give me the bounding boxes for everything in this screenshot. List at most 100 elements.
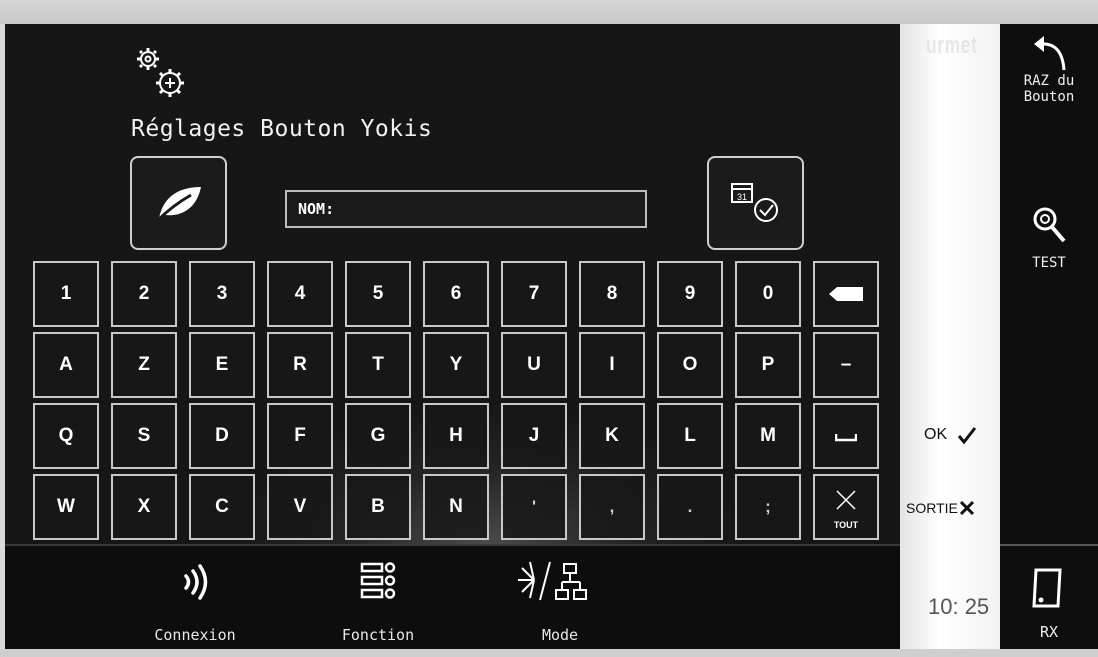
key-label: M	[760, 425, 776, 446]
key-0[interactable]: 0	[735, 261, 801, 327]
nav-connexion[interactable]: Connexion	[140, 546, 250, 651]
key-label: Z	[138, 354, 150, 375]
key-d[interactable]: D	[189, 403, 255, 469]
key-label: 6	[450, 283, 462, 304]
key-label: 8	[606, 283, 618, 304]
key-8[interactable]: 8	[579, 261, 645, 327]
key-h[interactable]: H	[423, 403, 489, 469]
key-label: 7	[528, 283, 540, 304]
key-label: J	[528, 425, 540, 446]
key-period[interactable]: .	[657, 474, 723, 540]
key-y[interactable]: Y	[423, 332, 489, 398]
key-4[interactable]: 4	[267, 261, 333, 327]
key-2[interactable]: 2	[111, 261, 177, 327]
key-label: G	[370, 425, 386, 446]
key-label: ;	[765, 497, 771, 516]
leaf-icon	[155, 187, 201, 223]
key-z[interactable]: Z	[111, 332, 177, 398]
brand-logo: urmet	[926, 32, 978, 59]
mode-network-icon	[518, 561, 587, 601]
key-label: O	[682, 354, 698, 375]
key-comma[interactable]: ,	[579, 474, 645, 540]
ok-label: OK	[924, 426, 948, 443]
nav-mode[interactable]: Mode	[505, 546, 615, 651]
test-label: TEST	[1032, 255, 1066, 271]
key-7[interactable]: 7	[501, 261, 567, 327]
key-g[interactable]: G	[345, 403, 411, 469]
key-label: 1	[60, 283, 72, 304]
key-label: 2	[138, 283, 150, 304]
key-label: 0	[762, 283, 774, 304]
name-field[interactable]: NOM:	[285, 190, 647, 228]
wireless-icon	[184, 564, 208, 600]
key-l[interactable]: L	[657, 403, 723, 469]
function-list-icon	[360, 562, 396, 599]
key-label: L	[684, 425, 696, 446]
key-k[interactable]: K	[579, 403, 645, 469]
exit-label: SORTIE	[906, 500, 958, 516]
close-icon	[836, 490, 856, 510]
close-x-icon	[959, 500, 974, 516]
key-9[interactable]: 9	[657, 261, 723, 327]
clear-all-key[interactable]: TOUT	[813, 474, 879, 540]
key-p[interactable]: P	[735, 332, 801, 398]
key-label: E	[215, 354, 229, 375]
nav-fonction[interactable]: Fonction	[323, 546, 433, 651]
checkmark-icon	[957, 427, 977, 444]
key-f[interactable]: F	[267, 403, 333, 469]
key-x[interactable]: X	[111, 474, 177, 540]
key-label: P	[761, 354, 775, 375]
key-j[interactable]: J	[501, 403, 567, 469]
reset-label-line2: Bouton	[1023, 89, 1075, 105]
key-o[interactable]: O	[657, 332, 723, 398]
key-a[interactable]: A	[33, 332, 99, 398]
key-v[interactable]: V	[267, 474, 333, 540]
space-key[interactable]	[813, 403, 879, 469]
key-q[interactable]: Q	[33, 403, 99, 469]
key-u[interactable]: U	[501, 332, 567, 398]
schedule-button[interactable]: 31	[707, 156, 804, 250]
key-label: X	[137, 496, 151, 517]
key-r[interactable]: R	[267, 332, 333, 398]
nav-connexion-label: Connexion	[154, 626, 236, 644]
side-strip	[900, 24, 1000, 649]
key-apostrophe[interactable]: '	[501, 474, 567, 540]
key-label: 4	[294, 283, 306, 304]
key-label: C	[215, 496, 229, 517]
svg-text:31: 31	[736, 192, 746, 202]
clock: 10: 25	[928, 594, 990, 619]
exit-button[interactable]: SORTIE	[906, 500, 975, 516]
key-3[interactable]: 3	[189, 261, 255, 327]
key-5[interactable]: 5	[345, 261, 411, 327]
ok-button[interactable]: OK	[924, 426, 977, 444]
key-w[interactable]: W	[33, 474, 99, 540]
key-n[interactable]: N	[423, 474, 489, 540]
key-i[interactable]: I	[579, 332, 645, 398]
key-label: T	[372, 354, 384, 375]
eco-mode-button[interactable]	[130, 156, 227, 250]
reset-label-line1: RAZ du	[1023, 73, 1075, 89]
key-label: N	[449, 496, 463, 517]
key-label: F	[294, 425, 306, 446]
key-b[interactable]: B	[345, 474, 411, 540]
rx-label: RX	[1039, 623, 1059, 641]
key-t[interactable]: T	[345, 332, 411, 398]
top-frame	[0, 0, 1098, 24]
undo-arrow-icon	[1034, 36, 1066, 71]
key-semicolon[interactable]: ;	[735, 474, 801, 540]
bottom-nav: Connexion Fonction Mode	[5, 544, 900, 649]
key-label: Y	[449, 354, 463, 375]
key-6[interactable]: 6	[423, 261, 489, 327]
settings-gears-icon	[137, 48, 184, 97]
key-e[interactable]: E	[189, 332, 255, 398]
key-1[interactable]: 1	[33, 261, 99, 327]
key-label: 5	[372, 283, 384, 304]
key-m[interactable]: M	[735, 403, 801, 469]
key-c[interactable]: C	[189, 474, 255, 540]
key-label: –	[840, 354, 852, 375]
key-s[interactable]: S	[111, 403, 177, 469]
key-dash[interactable]: –	[813, 332, 879, 398]
key-label: ,	[609, 497, 615, 516]
key-label: B	[371, 496, 385, 517]
backspace-key[interactable]	[813, 261, 879, 327]
